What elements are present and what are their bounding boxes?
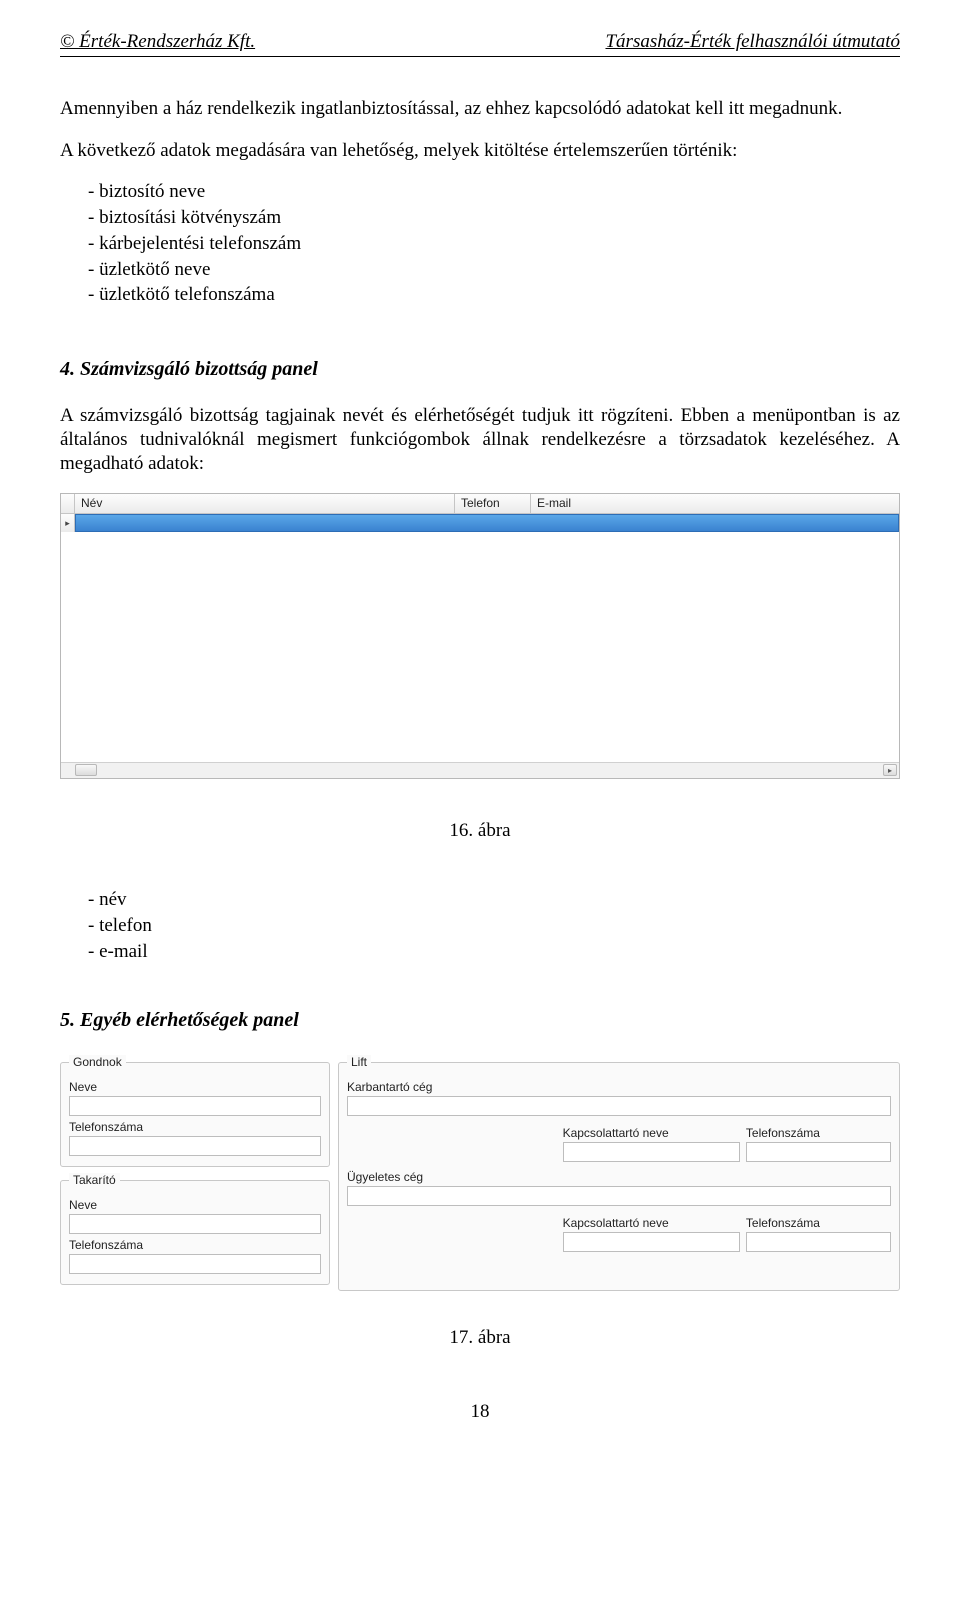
lift-contact-label-2: Kapcsolattartó neve	[563, 1216, 740, 1231]
lift-phone-label-1: Telefonszáma	[746, 1126, 891, 1141]
other-contacts-form-screenshot: Gondnok Neve Telefonszáma Takarító Neve …	[60, 1055, 900, 1291]
takarito-phone-label: Telefonszáma	[69, 1238, 321, 1253]
committee-fields-list: név telefon e-mail	[88, 888, 900, 963]
grid-corner	[61, 494, 75, 513]
list-item: név	[88, 888, 900, 912]
intro-paragraph-2: A következő adatok megadására van lehető…	[60, 139, 900, 163]
figure-17-caption: 17. ábra	[60, 1326, 900, 1350]
lift-oncall-input[interactable]	[347, 1186, 891, 1206]
page-header: © Érték-Rendszerház Kft. Társasház-Érték…	[60, 30, 900, 57]
takarito-name-input[interactable]	[69, 1214, 321, 1234]
page-number: 18	[60, 1400, 900, 1424]
header-left: © Érték-Rendszerház Kft.	[60, 30, 255, 54]
takarito-legend: Takarító	[69, 1173, 120, 1188]
lift-contact-label-1: Kapcsolattartó neve	[563, 1126, 740, 1141]
lift-phone-input-2[interactable]	[746, 1232, 891, 1252]
insurance-fields-list: biztosító neve biztosítási kötvényszám k…	[88, 180, 900, 307]
gondnok-phone-label: Telefonszáma	[69, 1120, 321, 1135]
list-item: biztosító neve	[88, 180, 900, 204]
gondnok-phone-input[interactable]	[69, 1136, 321, 1156]
lift-contact-input-1[interactable]	[563, 1142, 740, 1162]
grid-header-row: Név Telefon E-mail	[61, 494, 899, 514]
gondnok-legend: Gondnok	[69, 1055, 126, 1070]
list-item: üzletkötő telefonszáma	[88, 283, 900, 307]
section-4-title: 4. Számvizsgáló bizottság panel	[60, 357, 900, 382]
lift-maintainer-input[interactable]	[347, 1096, 891, 1116]
gondnok-name-input[interactable]	[69, 1096, 321, 1116]
list-item: üzletkötő neve	[88, 258, 900, 282]
grid-column-header-name[interactable]: Név	[75, 494, 455, 513]
audit-committee-grid-screenshot: Név Telefon E-mail ▸ ▸	[60, 493, 900, 779]
takarito-phone-input[interactable]	[69, 1254, 321, 1274]
lift-contact-input-2[interactable]	[563, 1232, 740, 1252]
lift-maintainer-label: Karbantartó cég	[347, 1080, 891, 1095]
grid-horizontal-scrollbar[interactable]: ▸	[61, 762, 899, 778]
lift-legend: Lift	[347, 1055, 371, 1070]
lift-phone-input-1[interactable]	[746, 1142, 891, 1162]
list-item: kárbejelentési telefonszám	[88, 232, 900, 256]
grid-empty-area	[61, 532, 899, 762]
scrollbar-thumb[interactable]	[75, 764, 97, 776]
grid-column-header-phone[interactable]: Telefon	[455, 494, 531, 513]
grid-column-header-email[interactable]: E-mail	[531, 494, 899, 513]
gondnok-group: Gondnok Neve Telefonszáma	[60, 1055, 330, 1167]
lift-group: Lift Karbantartó cég Kapcsolattartó neve…	[338, 1055, 900, 1291]
list-item: biztosítási kötvényszám	[88, 206, 900, 230]
takarito-group: Takarító Neve Telefonszáma	[60, 1173, 330, 1285]
grid-active-row[interactable]: ▸	[61, 514, 899, 532]
list-item: telefon	[88, 914, 900, 938]
gondnok-name-label: Neve	[69, 1080, 321, 1095]
header-right: Társasház-Érték felhasználói útmutató	[605, 30, 900, 54]
takarito-name-label: Neve	[69, 1198, 321, 1213]
row-indicator-icon: ▸	[61, 514, 75, 532]
lift-phone-label-2: Telefonszáma	[746, 1216, 891, 1231]
section-5-title: 5. Egyéb elérhetőségek panel	[60, 1008, 900, 1033]
section-4-body: A számvizsgáló bizottság tagjainak nevét…	[60, 404, 900, 475]
scrollbar-right-arrow-icon[interactable]: ▸	[883, 764, 897, 776]
intro-paragraph-1: Amennyiben a ház rendelkezik ingatlanbiz…	[60, 97, 900, 121]
figure-16-caption: 16. ábra	[60, 819, 900, 843]
grid-selected-cell[interactable]	[75, 514, 899, 532]
lift-oncall-label: Ügyeletes cég	[347, 1170, 891, 1185]
list-item: e-mail	[88, 940, 900, 964]
